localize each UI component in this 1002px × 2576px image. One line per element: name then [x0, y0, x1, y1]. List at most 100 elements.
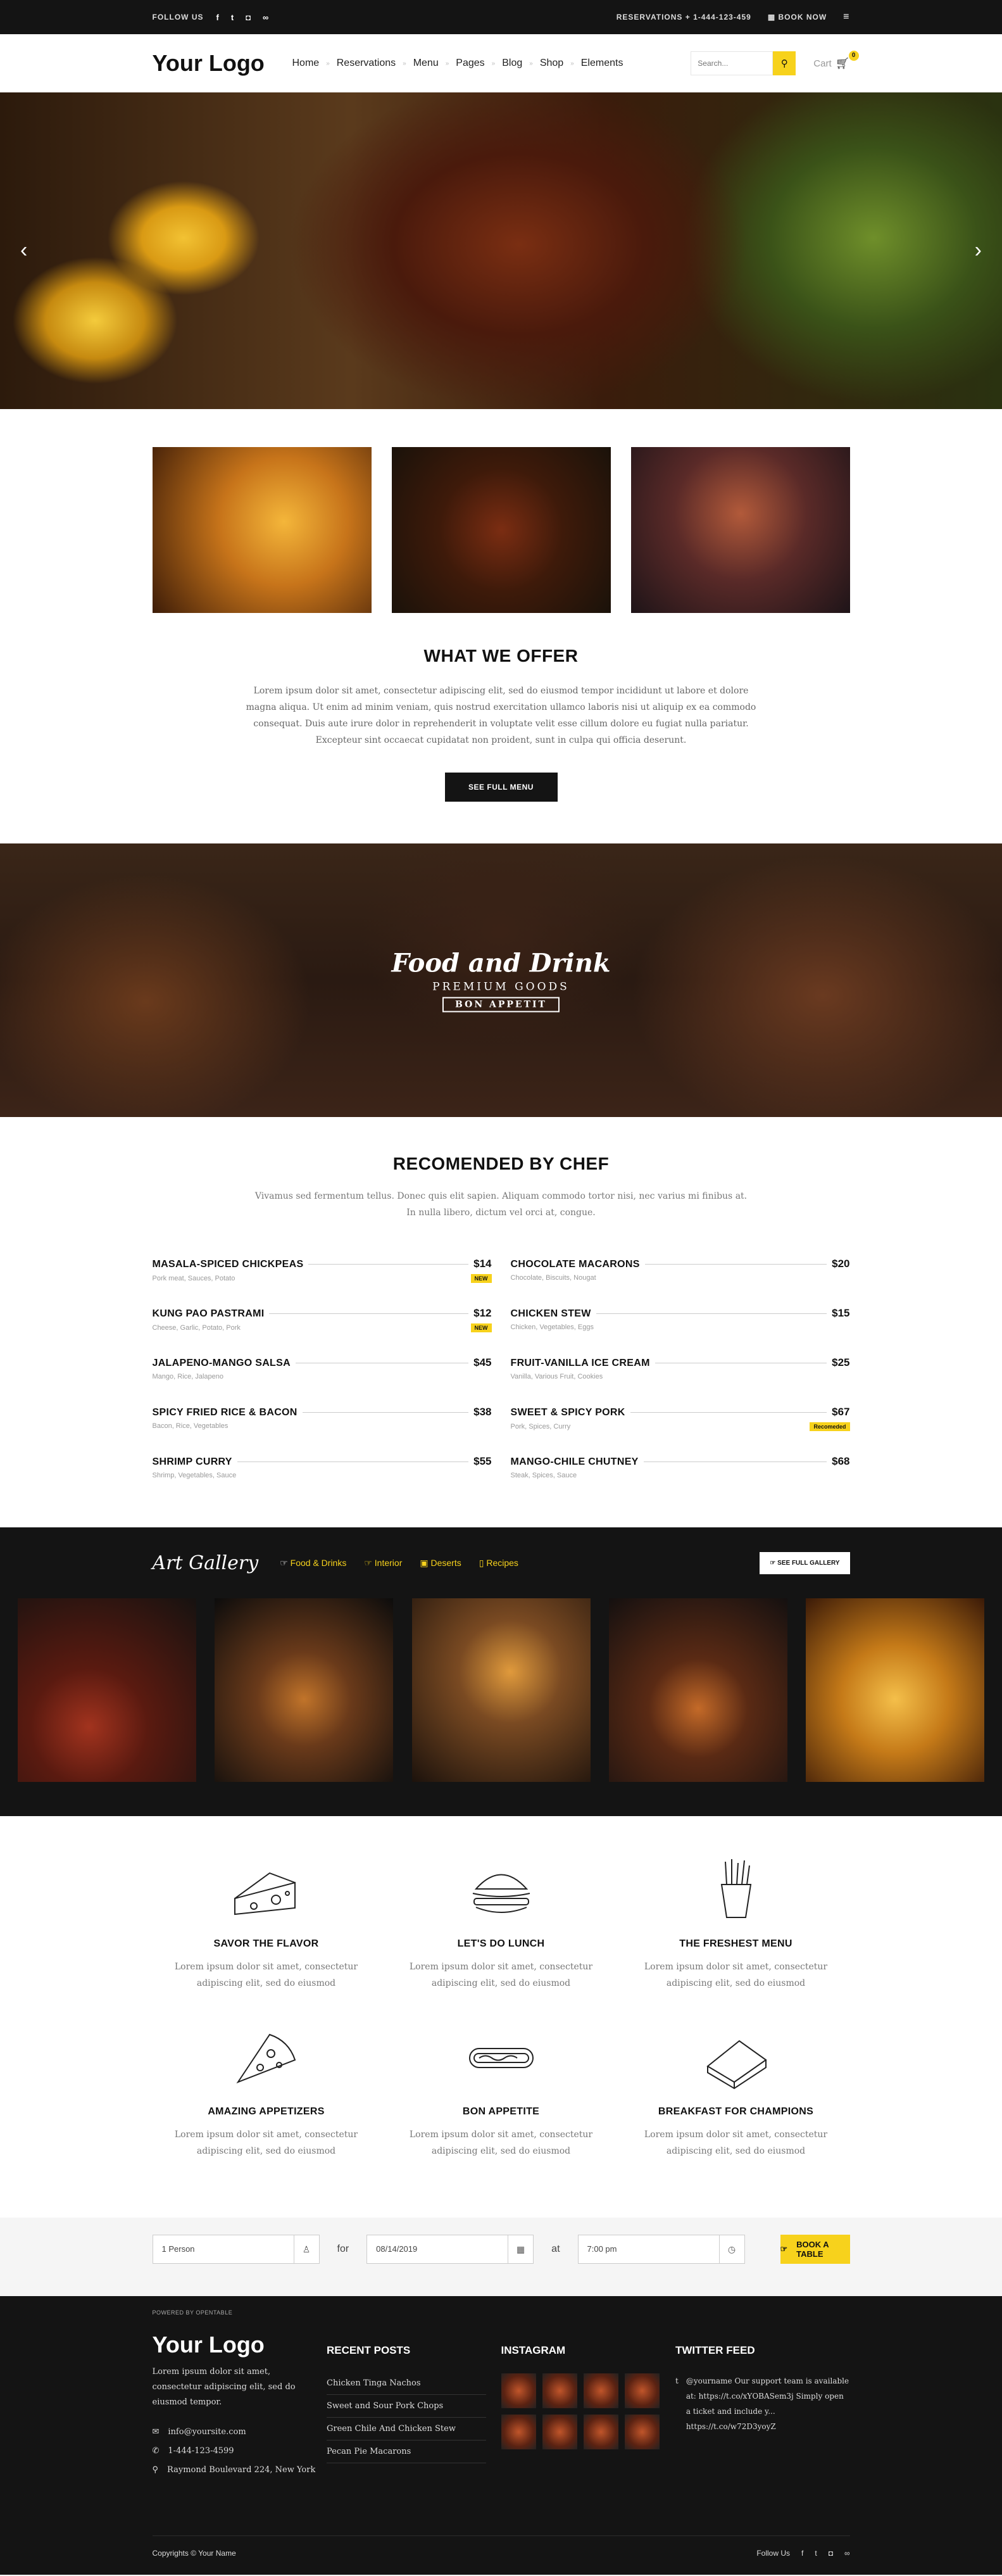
instagram-thumb[interactable] — [542, 2373, 577, 2408]
contact-list: ✉ info@yoursite.com ✆ 1-444-123-4599 ⚲ Raym… — [153, 2423, 327, 2480]
footer-about: Your Logo Lorem ipsum dolor sit amet, co… — [153, 2332, 327, 2480]
nav-home[interactable]: Home — [285, 58, 327, 69]
gallery-filter-tabs: ☞ Food & Drinks ☞ Interior ▣ Deserts ▯ R… — [280, 1558, 760, 1569]
instagram-icon[interactable]: ◘ — [829, 2549, 833, 2558]
menu-item-ingredients: Vanilla, Various Fruit, Cookies — [510, 1373, 603, 1380]
post-link[interactable]: Green Chile And Chicken Stew — [327, 2418, 486, 2440]
slider-next-icon[interactable]: › — [975, 238, 982, 263]
see-full-gallery-button[interactable]: ☞ SEE FULL GALLERY — [760, 1551, 850, 1574]
instagram-thumb[interactable] — [501, 2373, 536, 2408]
tab-label: Food & Drinks — [290, 1557, 347, 1568]
nav-shop[interactable]: Shop — [533, 58, 570, 69]
menu-item-ingredients: Chocolate, Biscuits, Nougat — [510, 1274, 596, 1282]
nav-pages[interactable]: Pages — [449, 58, 491, 69]
banner-line-3: BON APPETIT — [442, 997, 560, 1013]
tab-food-drinks[interactable]: ☞ Food & Drinks — [280, 1558, 346, 1569]
instagram-thumb[interactable] — [624, 2373, 660, 2408]
feature-card: THE FRESHEST MENU Lorem ipsum dolor sit … — [622, 1854, 850, 2022]
menu-item-ingredients: Mango, Rice, Jalapeno — [152, 1373, 224, 1380]
search-icon[interactable]: ⚲ — [773, 51, 796, 75]
search-input[interactable] — [691, 51, 773, 75]
book-now-link[interactable]: ▦ BOOK NOW — [768, 13, 827, 22]
menu-item[interactable]: SPICY FRIED RICE & BACON $38 Bacon, Rice,… — [153, 1406, 492, 1455]
post-link[interactable]: Sweet and Sour Pork Chops — [327, 2395, 486, 2418]
menu-item[interactable]: SWEET & SPICY PORK $67 Pork, Spices, Curr… — [511, 1406, 850, 1455]
cart-link[interactable]: Cart 🛒︎ 0 — [813, 50, 859, 70]
tab-recipes[interactable]: ▯ Recipes — [479, 1558, 518, 1569]
post-link[interactable]: Pecan Pie Macarons — [327, 2440, 486, 2463]
instagram-icon[interactable]: ◘ — [246, 13, 251, 22]
follow-us-label: FOLLOW US — [152, 13, 204, 22]
nav-reservations[interactable]: Reservations — [330, 58, 403, 69]
gallery-image-pancakes[interactable] — [215, 1598, 394, 1782]
clock-icon: ◷ — [718, 2235, 744, 2263]
twitter-icon[interactable]: t — [815, 2549, 817, 2558]
hotdog-icon — [468, 2048, 534, 2068]
chef-description: Vivamus sed fermentum tellus. Donec quis… — [254, 1191, 748, 1218]
feature-title: AMAZING APPETIZERS — [208, 2106, 325, 2117]
tab-deserts[interactable]: ▣ Deserts — [420, 1558, 461, 1569]
facebook-icon[interactable]: f — [216, 13, 220, 22]
menu-item[interactable]: CHOCOLATE MACARONS $20 Chocolate, Biscuit… — [511, 1258, 850, 1307]
recommended-badge: Recomeded — [810, 1422, 850, 1431]
offer-title: WHAT WE OFFER — [423, 646, 579, 666]
menu-item[interactable]: KUNG PAO PASTRAMI $12 Cheese, Garlic, Pot… — [153, 1307, 492, 1356]
facebook-icon[interactable]: f — [801, 2549, 803, 2558]
party-size-select[interactable]: 1 Person ♙ — [152, 2235, 320, 2264]
menu-item[interactable]: MASALA-SPICED CHICKPEAS $14 Pork meat, Sa… — [153, 1258, 492, 1307]
banner-line-2: PREMIUM GOODS — [432, 980, 570, 994]
menu-item-price: $15 — [832, 1307, 850, 1319]
menu-item-ingredients: Cheese, Garlic, Potato, Pork — [152, 1324, 241, 1332]
contact-phone: 1-444-123-4599 — [168, 2446, 234, 2456]
nav-elements[interactable]: Elements — [574, 58, 630, 69]
new-badge: NEW — [470, 1323, 492, 1332]
nav-menu[interactable]: Menu — [406, 58, 446, 69]
calendar-icon: ▦ — [767, 13, 779, 22]
post-link[interactable]: Chicken Tinga Nachos — [327, 2372, 486, 2395]
menu-item-price: $67 — [832, 1406, 850, 1418]
date-picker[interactable]: 08/14/2019 ▦ — [366, 2235, 534, 2264]
sandwich-icon — [706, 2040, 767, 2090]
twitter-icon: t — [675, 2377, 679, 2385]
site-logo[interactable]: Your Logo — [153, 50, 285, 77]
feature-card: SAVOR THE FLAVOR Lorem ipsum dolor sit a… — [153, 1854, 380, 2022]
gallery-image-diners[interactable] — [411, 1598, 591, 1782]
menu-icon[interactable]: ≡ — [843, 11, 849, 23]
tab-label: Deserts — [430, 1557, 461, 1568]
for-label: for — [337, 2244, 349, 2254]
see-full-menu-button[interactable]: SEE FULL MENU — [444, 773, 558, 802]
twitter-icon[interactable]: t — [231, 13, 234, 22]
gallery-image-beer[interactable] — [806, 1598, 984, 1782]
tripadvisor-icon[interactable]: ∞ — [844, 2549, 850, 2558]
footer-recent-posts: RECENT POSTS Chicken Tinga Nachos Sweet … — [327, 2332, 501, 2480]
menu-item[interactable]: FRUIT-VANILLA ICE CREAM $25 Vanilla, Vari… — [511, 1356, 850, 1406]
instagram-thumb[interactable] — [542, 2415, 577, 2449]
menu-item[interactable]: CHICKEN STEW $15 Chicken, Vegetables, Egg… — [511, 1307, 850, 1356]
banner-emblem: Food and Drink PREMIUM GOODS BON APPETIT — [391, 948, 611, 1013]
hero-slider: ‹ › — [0, 92, 1002, 409]
instagram-thumb[interactable] — [624, 2415, 660, 2449]
menu-item[interactable]: JALAPENO-MANGO SALSA $45 Mango, Rice, Jal… — [153, 1356, 492, 1406]
feature-card: LET'S DO LUNCH Lorem ipsum dolor sit ame… — [387, 1854, 615, 2022]
gallery-image-grill[interactable] — [608, 1598, 787, 1782]
instagram-thumb[interactable] — [583, 2373, 618, 2408]
slider-prev-icon[interactable]: ‹ — [20, 238, 27, 263]
phone-icon: ✆ — [152, 2446, 160, 2456]
menu-item[interactable]: SHRIMP CURRY $55 Shrimp, Vegetables, Sauc… — [153, 1455, 492, 1505]
menu-item[interactable]: MANGO-CHILE CHUTNEY $68 Steak, Spices, Sa… — [511, 1455, 850, 1505]
tab-interior[interactable]: ☞ Interior — [364, 1558, 402, 1569]
banner-line-1: Food and Drink — [391, 948, 611, 978]
book-table-button[interactable]: ☞ BOOK A TABLE — [780, 2235, 850, 2264]
tripadvisor-icon[interactable]: ∞ — [263, 13, 269, 22]
time-select[interactable]: 7:00 pm ◷ — [577, 2235, 745, 2264]
contact-address: Raymond Boulevard 224, New York — [167, 2465, 316, 2475]
at-label: at — [551, 2244, 560, 2254]
footer-logo[interactable]: Your Logo — [153, 2332, 327, 2358]
gallery-image-steak[interactable] — [18, 1598, 196, 1782]
menu-item-price: $14 — [473, 1258, 492, 1270]
instagram-thumb[interactable] — [501, 2415, 536, 2449]
nav-blog[interactable]: Blog — [495, 58, 529, 69]
contact-email[interactable]: info@yoursite.com — [168, 2423, 246, 2442]
tab-label: Recipes — [486, 1557, 518, 1568]
instagram-thumb[interactable] — [583, 2415, 618, 2449]
